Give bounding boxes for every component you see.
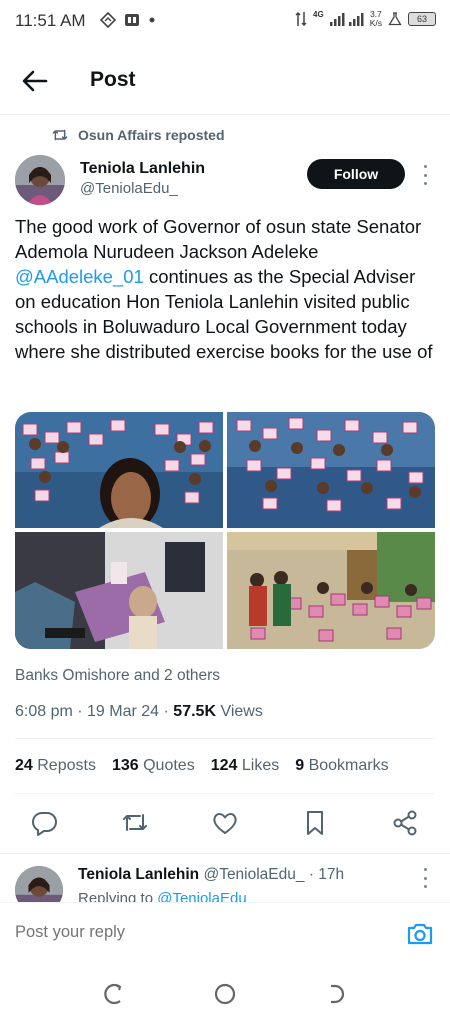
reply-author[interactable]: Teniola Lanlehin @TeniolaEdu_ · 17h [78,866,344,884]
status-time: 11:51 AM [15,11,86,30]
net-speed-unit: K/s [369,18,382,28]
net-speed: 3.7 K/s [370,10,382,28]
reply-composer [0,902,450,959]
recent-apps-icon[interactable] [102,982,126,1006]
author-avatar[interactable] [15,155,65,205]
repost-context[interactable]: Osun Affairs reposted [52,127,225,143]
tweet-text: The good work of Governor of osun state … [15,214,435,364]
stat-likes[interactable]: 124 Likes [211,757,280,775]
media-photo-2[interactable] [227,412,435,528]
post-date[interactable]: 19 Mar 24 [87,703,159,720]
signal-icon [329,13,364,26]
post-time[interactable]: 6:08 pm [15,703,73,720]
battery-level: 63 [416,14,427,24]
follow-button[interactable]: Follow [307,159,405,189]
author-handle[interactable]: @TeniolaEdu_ [80,180,178,197]
dot-icon [149,17,155,23]
status-bar: 11:51 AM 4G 3.7 K/s 63 [0,0,450,44]
camera-icon[interactable] [406,922,434,946]
reply-input[interactable] [15,923,375,942]
tweet-text-before: The good work of Governor of osun state … [15,216,422,262]
bookmark-icon[interactable] [300,808,330,838]
share-icon[interactable] [390,808,420,838]
navigation-icon [100,12,116,28]
meta-divider [15,738,435,739]
like-icon[interactable] [210,808,240,838]
media-grid [15,412,435,649]
mention-link[interactable]: @AAdeleke_01 [15,266,144,287]
data-arrows-icon [295,11,307,27]
home-icon[interactable] [213,982,237,1006]
media-photo-4[interactable] [227,532,435,649]
battery-icon: 63 [408,12,436,26]
system-nav-bar [0,958,450,1024]
stats-divider [15,793,435,794]
page-title: Post [90,68,136,91]
actions-divider [0,853,450,854]
top-bar: Post [0,56,450,108]
engagement-stats: 24 Reposts 136 Quotes 124 Likes 9 Bookma… [15,757,389,775]
media-photo-1[interactable] [15,412,223,528]
stat-bookmarks[interactable]: 9 Bookmarks [295,757,388,775]
stat-reposts[interactable]: 24 Reposts [15,757,96,775]
repost-icon [52,129,68,141]
action-bar [0,808,450,840]
avatar-image [15,155,65,205]
reply-more-options-icon[interactable] [422,868,428,888]
stat-quotes[interactable]: 136 Quotes [112,757,195,775]
social-context[interactable]: Banks Omishore and 2 others [15,667,220,685]
network-type: 4G [313,10,324,19]
views-count: 57.5K [173,703,216,720]
app-notification-icon [125,14,139,26]
reply-author-handle: @TeniolaEdu_ [203,866,305,883]
flask-icon [388,12,402,26]
more-options-icon[interactable] [422,165,428,185]
media-photo-3[interactable] [15,532,223,649]
reply-icon[interactable] [30,808,60,838]
reply-time: · 17h [308,866,345,883]
header-divider [0,114,450,115]
status-notification-icons [100,12,156,28]
post-timestamp: 6:08 pm · 19 Mar 24 · 57.5K Views [15,703,263,720]
reply-author-name: Teniola Lanlehin [78,866,200,883]
back-arrow-icon[interactable] [20,66,50,96]
back-nav-icon[interactable] [325,982,349,1006]
views-label: Views [220,703,263,720]
repost-label: Osun Affairs reposted [78,127,225,143]
status-right: 4G 3.7 K/s 63 [295,10,436,28]
author-name[interactable]: Teniola Lanlehin [80,160,205,178]
repost-action-icon[interactable] [120,808,150,838]
